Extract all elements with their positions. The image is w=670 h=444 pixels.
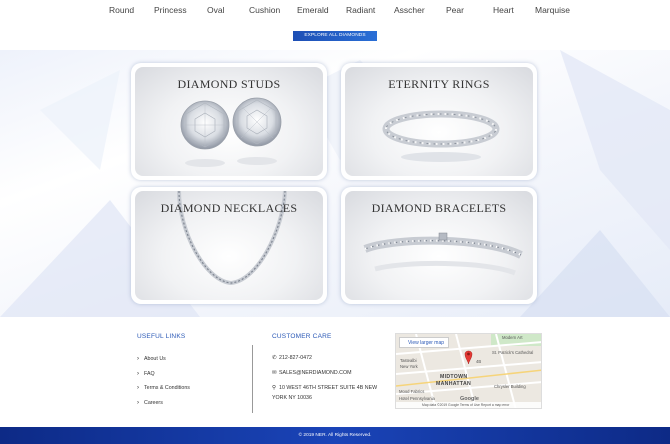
- useful-links-heading: USEFUL LINKS: [137, 333, 186, 340]
- category-section: [0, 50, 670, 317]
- map-label: Hotel Pennsylvania: [399, 396, 435, 401]
- contact-phone[interactable]: ✆ 212-827-0472: [272, 354, 312, 363]
- location-map[interactable]: View larger map Modern Art Tastealbi New…: [395, 333, 542, 409]
- card-image: ETERNITY RINGS: [345, 67, 533, 176]
- map-label: Modern Art: [502, 335, 523, 340]
- footer-link-terms[interactable]: › Terms & Conditions: [137, 385, 190, 391]
- map-pin-icon: ⚲: [272, 385, 277, 391]
- card-image: DIAMOND NECKLACES: [135, 191, 323, 300]
- card-diamond-bracelets[interactable]: DIAMOND BRACELETS: [341, 187, 537, 304]
- chevron-right-icon: ›: [137, 356, 139, 362]
- customer-care-heading: CUSTOMER CARE: [272, 333, 332, 340]
- copyright-bar: © 2019 NER. All Rights Reserved.: [0, 427, 670, 444]
- chevron-right-icon: ›: [137, 400, 139, 406]
- shape-link-princess[interactable]: Princess: [154, 5, 187, 15]
- footer-link-careers[interactable]: › Careers: [137, 400, 163, 406]
- shape-link-emerald[interactable]: Emerald: [297, 5, 329, 15]
- map-label: New York: [400, 364, 418, 369]
- shape-link-marquise[interactable]: Marquise: [535, 5, 570, 15]
- background-facets: [0, 50, 670, 317]
- explore-all-diamonds-button[interactable]: EXPLORE ALL DIAMONDS: [293, 31, 377, 41]
- envelope-icon: ✉: [272, 370, 277, 376]
- card-eternity-rings[interactable]: ETERNITY RINGS: [341, 63, 537, 180]
- footer-link-about-us[interactable]: › About Us: [137, 356, 166, 362]
- shape-link-cushion[interactable]: Cushion: [249, 5, 280, 15]
- card-title: DIAMOND NECKLACES: [160, 201, 298, 215]
- phone-icon: ✆: [272, 355, 277, 361]
- chevron-right-icon: ›: [137, 371, 139, 377]
- footer-link-faq[interactable]: › FAQ: [137, 371, 155, 377]
- view-larger-map-link[interactable]: View larger map: [399, 337, 449, 348]
- shape-link-radiant[interactable]: Radiant: [346, 5, 375, 15]
- card-image: DIAMOND BRACELETS: [345, 191, 533, 300]
- shape-nav: Round Princess Oval Cushion Emerald Radi…: [0, 0, 670, 24]
- contact-email[interactable]: ✉ SALES@NERDIAMOND.COM: [272, 369, 351, 378]
- card-title: DIAMOND BRACELETS: [371, 201, 507, 215]
- chevron-right-icon: ›: [137, 385, 139, 391]
- shape-link-pear[interactable]: Pear: [446, 5, 464, 15]
- shape-link-asscher[interactable]: Asscher: [394, 5, 425, 15]
- map-label: Chrysler Building: [494, 384, 526, 389]
- map-label: Mood Fabrics: [399, 389, 425, 394]
- map-label: Tastealbi: [400, 358, 417, 363]
- contact-address: ⚲ 10 WEST 46TH STREET SUITE 4B NEW: [272, 385, 378, 391]
- card-image: DIAMOND STUDS: [135, 67, 323, 176]
- map-label: MIDTOWN: [440, 374, 468, 380]
- footer-divider: [252, 345, 253, 413]
- map-attribution: Map data ©2019 Google Terms of Use Repor…: [396, 402, 541, 408]
- map-label: MANHATTAN: [436, 381, 472, 387]
- map-label: St. Patrick's Cathedral: [492, 350, 534, 355]
- shape-link-heart[interactable]: Heart: [493, 5, 514, 15]
- shape-link-oval[interactable]: Oval: [207, 5, 224, 15]
- card-title: DIAMOND STUDS: [177, 77, 281, 91]
- map-pin-label: 4B: [476, 359, 482, 364]
- shape-link-round[interactable]: Round: [109, 5, 134, 15]
- card-title: ETERNITY RINGS: [388, 77, 490, 91]
- card-diamond-studs[interactable]: DIAMOND STUDS: [131, 63, 327, 180]
- contact-address-line2: YORK NY 10036: [272, 395, 312, 401]
- card-diamond-necklaces[interactable]: DIAMOND NECKLACES: [131, 187, 327, 304]
